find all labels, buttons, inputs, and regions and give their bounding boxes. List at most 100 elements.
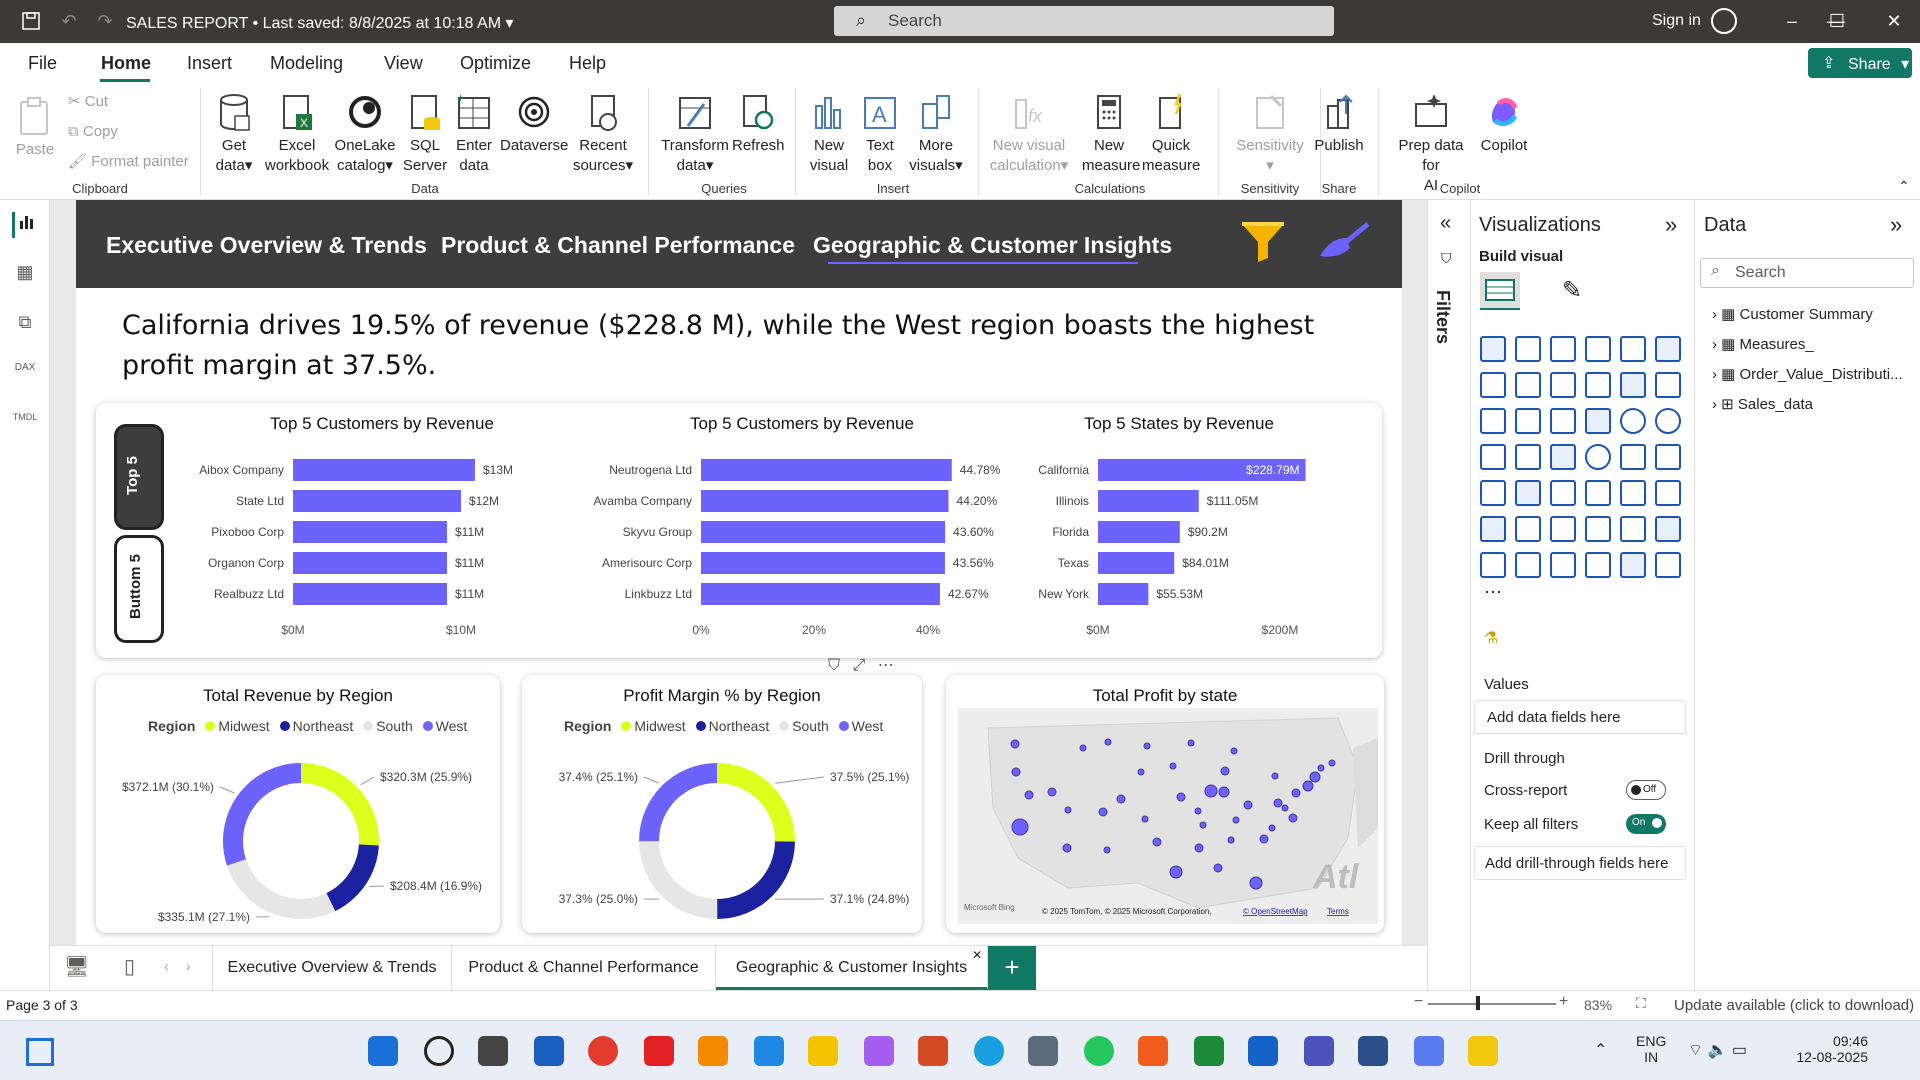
clustered-column-visual-icon[interactable]: [1585, 336, 1611, 362]
start-icon[interactable]: [368, 1036, 398, 1066]
power-apps-visual-icon[interactable]: [1550, 552, 1576, 578]
paginated-visual-icon[interactable]: [1480, 552, 1506, 578]
widgets-icon[interactable]: [26, 1038, 54, 1066]
clustered-bar-visual-icon[interactable]: [1550, 336, 1576, 362]
us-map[interactable]: Atl Microsoft Bing © 2025 TomTom, © 2025…: [958, 708, 1378, 924]
values-drop-zone[interactable]: Add data fields here: [1474, 700, 1686, 734]
decomposition-tree-visual-icon[interactable]: [1550, 516, 1576, 542]
stacked-column-visual-icon[interactable]: [1515, 336, 1541, 362]
brave-icon[interactable]: [1138, 1036, 1168, 1066]
page-tab-geographic[interactable]: Geographic & Customer Insights: [716, 945, 988, 990]
zoom-in-icon[interactable]: +: [1559, 993, 1568, 1011]
scatter-visual-icon[interactable]: [1585, 408, 1611, 434]
power-automate-visual-icon[interactable]: [1585, 552, 1611, 578]
zoom-slider-thumb[interactable]: [1476, 996, 1480, 1010]
page-tab-executive[interactable]: Executive Overview & Trends: [212, 945, 452, 990]
100-bar-visual-icon[interactable]: [1620, 336, 1646, 362]
multi-row-card-visual-icon[interactable]: [1480, 480, 1506, 506]
osm-link[interactable]: © OpenStreetMap: [1243, 907, 1308, 916]
filled-map-visual-icon[interactable]: [1550, 444, 1576, 470]
qa-visual-icon[interactable]: [1585, 516, 1611, 542]
area-visual-icon[interactable]: [1515, 372, 1541, 398]
chevron-visual-icon[interactable]: [1655, 552, 1681, 578]
snipping-icon[interactable]: [1358, 1036, 1388, 1066]
kpi-visual-icon[interactable]: [1515, 480, 1541, 506]
card-visual-icon[interactable]: [1655, 444, 1681, 470]
sign-in-button[interactable]: Sign in: [1652, 12, 1701, 30]
filters-label[interactable]: Filters: [1432, 290, 1453, 344]
collapse-ribbon-icon[interactable]: ⌃: [1898, 178, 1910, 195]
page-tab-product[interactable]: Product & Channel Performance: [452, 945, 716, 990]
waterfall-visual-icon[interactable]: [1515, 408, 1541, 434]
clock[interactable]: 09:46 12-08-2025: [1788, 1033, 1868, 1065]
smart-narrative-visual-icon[interactable]: [1620, 516, 1646, 542]
line-visual-icon[interactable]: [1480, 372, 1506, 398]
pie-visual-icon[interactable]: [1620, 408, 1646, 434]
table-measures[interactable]: › ▦ Measures_: [1712, 335, 1814, 353]
ribbon-visual-icon[interactable]: [1480, 408, 1506, 434]
tray-chevron-icon[interactable]: ⌃: [1594, 1040, 1607, 1060]
terms-link[interactable]: Terms: [1327, 907, 1349, 916]
100-column-visual-icon[interactable]: [1655, 336, 1681, 362]
mobile-layout-icon[interactable]: ▯: [124, 954, 135, 979]
r-visual-visual-icon[interactable]: [1655, 480, 1681, 506]
task-view-icon[interactable]: [478, 1036, 508, 1066]
drill-through-drop-zone[interactable]: Add drill-through fields here: [1474, 846, 1686, 880]
maximize-icon[interactable]: ☐: [1815, 6, 1859, 36]
file-explorer-icon[interactable]: [808, 1036, 838, 1066]
update-notice[interactable]: Update available (click to download): [1674, 997, 1914, 1014]
more-visuals-ellipsis[interactable]: ⋯: [1484, 582, 1502, 603]
treemap-visual-icon[interactable]: [1480, 444, 1506, 470]
table-customer-summary[interactable]: › ▦ Customer Summary: [1712, 305, 1873, 323]
wifi-icon[interactable]: ⌔ 🔈 ▭: [1688, 1040, 1747, 1060]
copilot-button[interactable]: Copilot: [1476, 92, 1532, 156]
data-search-input[interactable]: ⌕ Search: [1700, 258, 1914, 288]
donut-visual-icon[interactable]: [1655, 408, 1681, 434]
funnel-visual-icon[interactable]: [1550, 408, 1576, 434]
key-influencers-visual-icon[interactable]: [1515, 516, 1541, 542]
table-sales-data[interactable]: › ⊞ Sales_data: [1712, 395, 1813, 413]
taskbar-search-icon[interactable]: [424, 1036, 454, 1066]
matrix-visual-icon[interactable]: [1620, 480, 1646, 506]
line-clustered-visual-icon[interactable]: [1655, 372, 1681, 398]
expand-left-icon[interactable]: «: [1440, 212, 1451, 235]
settings-icon[interactable]: [1028, 1036, 1058, 1066]
account-icon[interactable]: [1711, 8, 1737, 34]
table-visual-icon[interactable]: [1585, 480, 1611, 506]
azure-map-visual-icon[interactable]: [1585, 444, 1611, 470]
add-page-button[interactable]: +: [988, 946, 1036, 990]
share-button[interactable]: ⇪ Share ▾: [1808, 48, 1912, 78]
fit-to-page-icon[interactable]: ⛶: [1636, 995, 1646, 1012]
100-area-visual-icon[interactable]: [1585, 372, 1611, 398]
edge-icon[interactable]: [974, 1036, 1004, 1066]
vscode-icon[interactable]: [754, 1036, 784, 1066]
teams-icon[interactable]: [1304, 1036, 1334, 1066]
youtube-icon[interactable]: [644, 1036, 674, 1066]
trophy-visual-icon[interactable]: [1655, 516, 1681, 542]
zoom-slider[interactable]: [1428, 1003, 1556, 1005]
zoom-out-icon[interactable]: −: [1414, 993, 1423, 1011]
word-icon[interactable]: [534, 1036, 564, 1066]
desktop-layout-icon[interactable]: 🖥: [64, 954, 89, 979]
close-icon[interactable]: ✕: [1872, 6, 1916, 36]
power-bi-icon[interactable]: [1468, 1036, 1498, 1066]
stacked-bar-visual-icon[interactable]: [1480, 336, 1506, 362]
format-visual-tab[interactable]: ✎: [1562, 276, 1582, 305]
collapse-data-icon[interactable]: »: [1890, 212, 1902, 238]
diamond-visual-icon[interactable]: [1620, 552, 1646, 578]
stacked-area-visual-icon[interactable]: [1550, 372, 1576, 398]
whatsapp-icon[interactable]: [1084, 1036, 1114, 1066]
close-tab-icon[interactable]: ✕: [972, 948, 982, 962]
minimize-icon[interactable]: –: [1770, 6, 1814, 36]
powerpoint-icon[interactable]: [918, 1036, 948, 1066]
cross-report-toggle[interactable]: Off: [1626, 780, 1666, 800]
table-order-value[interactable]: › ▦ Order_Value_Distributi...: [1712, 365, 1903, 383]
slicer-visual-icon[interactable]: [1550, 480, 1576, 506]
metrics-visual-icon[interactable]: [1515, 552, 1541, 578]
gauge-visual-icon[interactable]: [1620, 444, 1646, 470]
store-icon[interactable]: [1248, 1036, 1278, 1066]
copilot-taskbar-icon[interactable]: [864, 1036, 894, 1066]
project-icon[interactable]: [1194, 1036, 1224, 1066]
python-visual-visual-icon[interactable]: [1480, 516, 1506, 542]
keep-filters-toggle[interactable]: On: [1626, 814, 1666, 834]
